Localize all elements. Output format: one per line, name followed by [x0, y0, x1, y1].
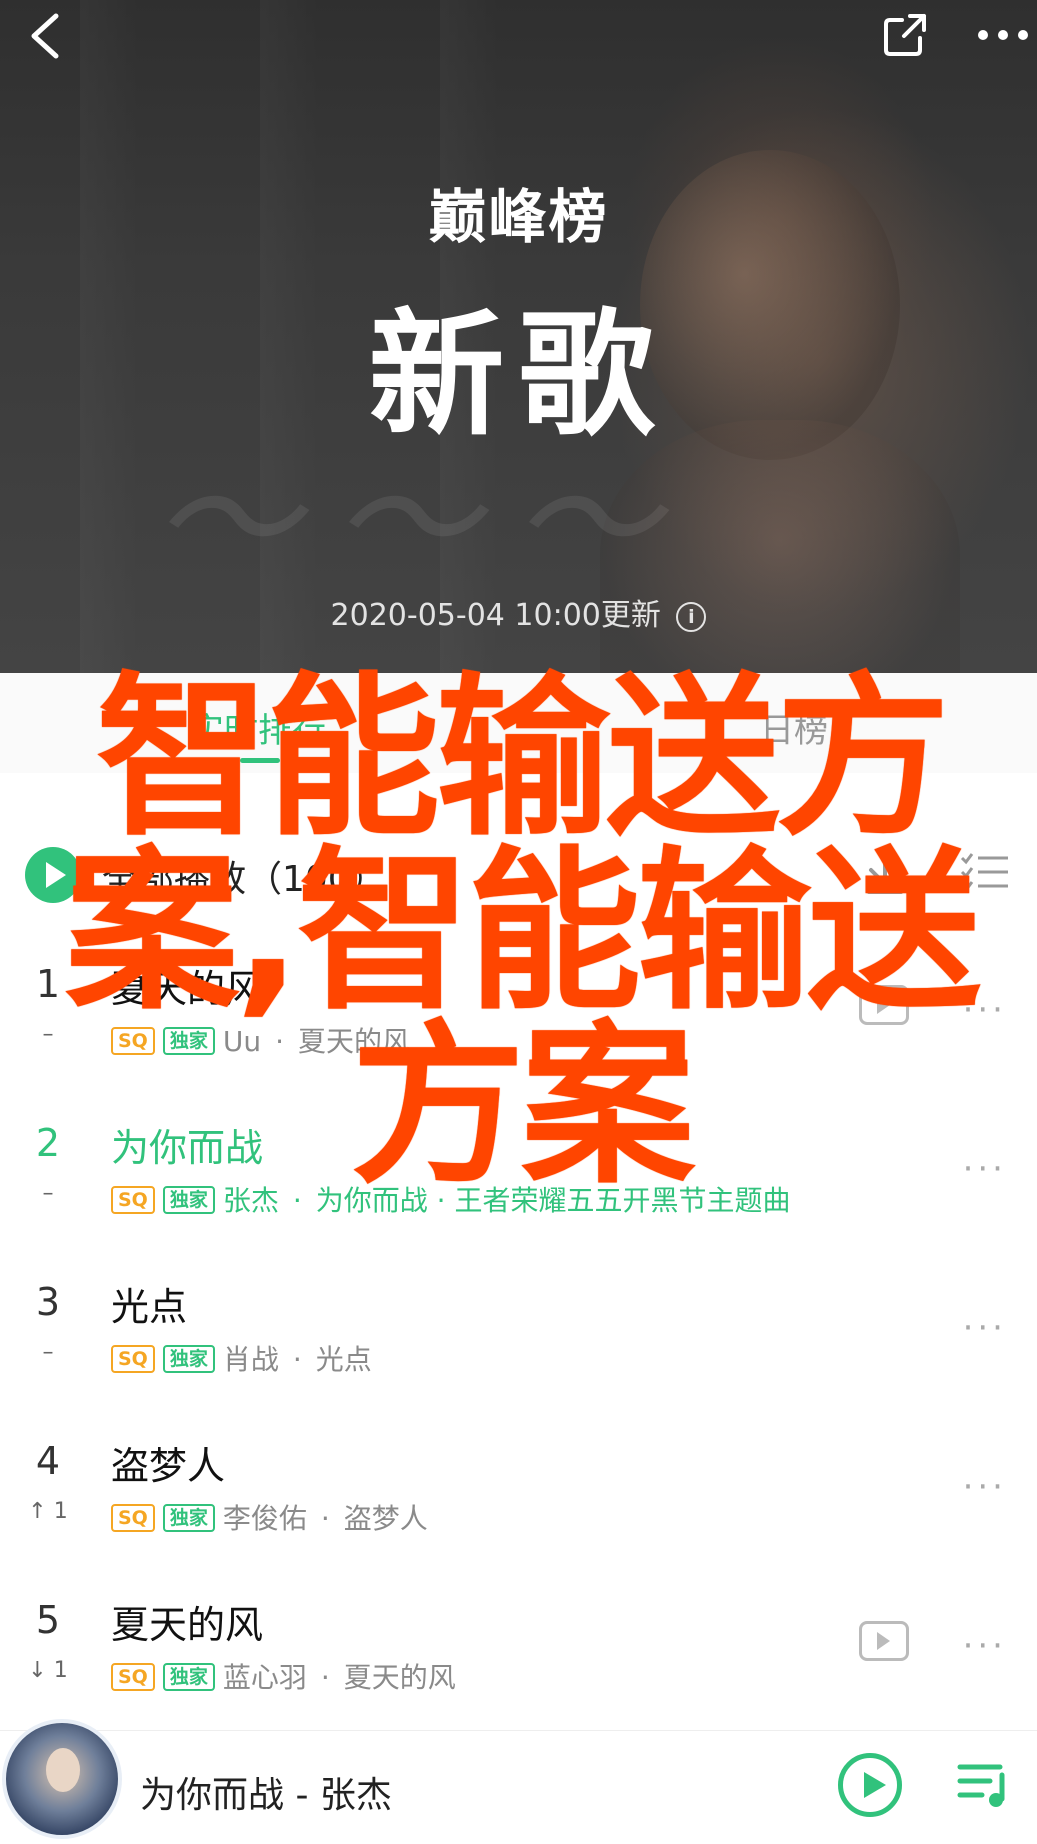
song-title: 为你而战	[111, 1126, 264, 1170]
rank-trend: ↓ 1	[28, 1658, 68, 1683]
song-artist: 李俊佑	[222, 1502, 307, 1535]
song-meta: SQ 独家 蓝心羽 · 夏天的风	[111, 1656, 456, 1696]
play-all-icon[interactable]	[25, 847, 81, 903]
separator: ·	[320, 1661, 330, 1694]
tab-bar: 实时排行 日榜	[0, 673, 1037, 773]
song-meta: SQ 独家 Uu · 夏天的风	[111, 1020, 410, 1060]
song-row[interactable]: 5 ↓ 1 夏天的风 SQ 独家 蓝心羽 · 夏天的风 ···	[0, 1566, 1037, 1725]
rank-trend: –	[42, 1022, 54, 1047]
song-row[interactable]: 4 ↑ 1 盗梦人 SQ 独家 李俊佑 · 盗梦人 ···	[0, 1407, 1037, 1566]
rank-trend: ↑ 1	[28, 1499, 68, 1524]
share-icon[interactable]	[880, 10, 930, 60]
video-icon[interactable]	[859, 985, 909, 1025]
multi-select-icon[interactable]	[960, 852, 1010, 892]
separator: ·	[320, 1502, 330, 1535]
playlist-icon[interactable]	[956, 1759, 1012, 1809]
song-rank: 4	[35, 1439, 61, 1483]
song-title: 夏天的风	[111, 1603, 264, 1647]
mini-player[interactable]: 为你而战 - 张杰	[0, 1719, 1037, 1844]
exclusive-badge: 独家	[162, 1186, 215, 1214]
video-icon[interactable]	[859, 1621, 909, 1661]
separator: ·	[275, 1025, 285, 1058]
exclusive-badge: 独家	[162, 1345, 215, 1373]
list-toolbar: 全部播放（100）	[0, 820, 1037, 930]
song-artist: 蓝心羽	[222, 1661, 307, 1694]
song-rank: 5	[35, 1598, 61, 1642]
rank-trend: –	[42, 1340, 54, 1365]
song-artist: 张杰	[222, 1184, 279, 1217]
more-icon[interactable]: ···	[963, 1467, 1007, 1507]
tab-indicator	[240, 758, 280, 763]
update-time-text: 2020-05-04 10:00更新	[330, 598, 661, 633]
song-title: 光点	[111, 1285, 188, 1329]
header-banner: 〜〜〜 巅峰榜 新歌 2020-05-04 10:00更新 i	[0, 0, 1037, 673]
more-icon[interactable]: ···	[963, 1149, 1007, 1189]
separator: ·	[292, 1184, 302, 1217]
tab-realtime[interactable]: 实时排行	[190, 703, 326, 752]
album-cover[interactable]	[2, 1719, 122, 1839]
song-row[interactable]: 3 – 光点 SQ 独家 肖战 · 光点 ···	[0, 1248, 1037, 1407]
more-icon[interactable]: ···	[963, 990, 1007, 1030]
song-title: 盗梦人	[111, 1444, 226, 1488]
exclusive-badge: 独家	[162, 1027, 215, 1055]
page-title: 新歌	[368, 297, 669, 455]
cover-portrait	[46, 1748, 80, 1792]
sq-badge: SQ	[111, 1663, 155, 1691]
exclusive-badge: 独家	[162, 1504, 215, 1532]
play-all-button[interactable]: 全部播放（100）	[102, 850, 387, 902]
back-icon[interactable]	[22, 10, 72, 62]
song-row[interactable]: 1 – 夏天的风 SQ 独家 Uu · 夏天的风 ···	[0, 930, 1037, 1089]
song-meta: SQ 独家 张杰 · 为你而战 · 王者荣耀五五开黑节主题曲	[111, 1179, 790, 1219]
more-icon[interactable]: ···	[963, 1308, 1007, 1348]
more-icon[interactable]	[975, 25, 1031, 45]
song-album: 夏天的风	[298, 1025, 411, 1058]
sq-badge: SQ	[111, 1504, 155, 1532]
song-row[interactable]: 2 – 为你而战 SQ 独家 张杰 · 为你而战 · 王者荣耀五五开黑节主题曲 ···	[0, 1089, 1037, 1248]
now-playing-title[interactable]: 为你而战 - 张杰	[140, 1766, 392, 1818]
play-icon[interactable]	[838, 1753, 902, 1817]
sq-badge: SQ	[111, 1027, 155, 1055]
song-artist: 肖战	[222, 1343, 279, 1376]
song-album: 为你而战 · 王者荣耀五五开黑节主题曲	[315, 1184, 791, 1217]
exclusive-badge: 独家	[162, 1663, 215, 1691]
song-rank: 1	[35, 962, 61, 1006]
sq-badge: SQ	[111, 1186, 155, 1214]
song-meta: SQ 独家 肖战 · 光点	[111, 1338, 372, 1378]
song-album: 盗梦人	[343, 1502, 428, 1535]
song-album: 光点	[315, 1343, 372, 1376]
song-meta: SQ 独家 李俊佑 · 盗梦人	[111, 1497, 428, 1537]
download-icon[interactable]	[863, 848, 907, 898]
more-icon[interactable]: ···	[963, 1626, 1007, 1666]
sq-badge: SQ	[111, 1345, 155, 1373]
chart-logo: 巅峰榜	[428, 183, 609, 251]
info-icon[interactable]: i	[676, 601, 707, 632]
tab-daily[interactable]: 日榜	[760, 703, 828, 752]
song-title: 夏天的风	[111, 967, 264, 1011]
separator: ·	[292, 1343, 302, 1376]
song-artist: Uu	[222, 1025, 262, 1058]
song-rank: 3	[35, 1280, 61, 1324]
rank-trend: –	[42, 1181, 54, 1206]
song-album: 夏天的风	[343, 1661, 456, 1694]
song-rank: 2	[35, 1121, 61, 1165]
update-time: 2020-05-04 10:00更新 i	[0, 590, 1037, 634]
